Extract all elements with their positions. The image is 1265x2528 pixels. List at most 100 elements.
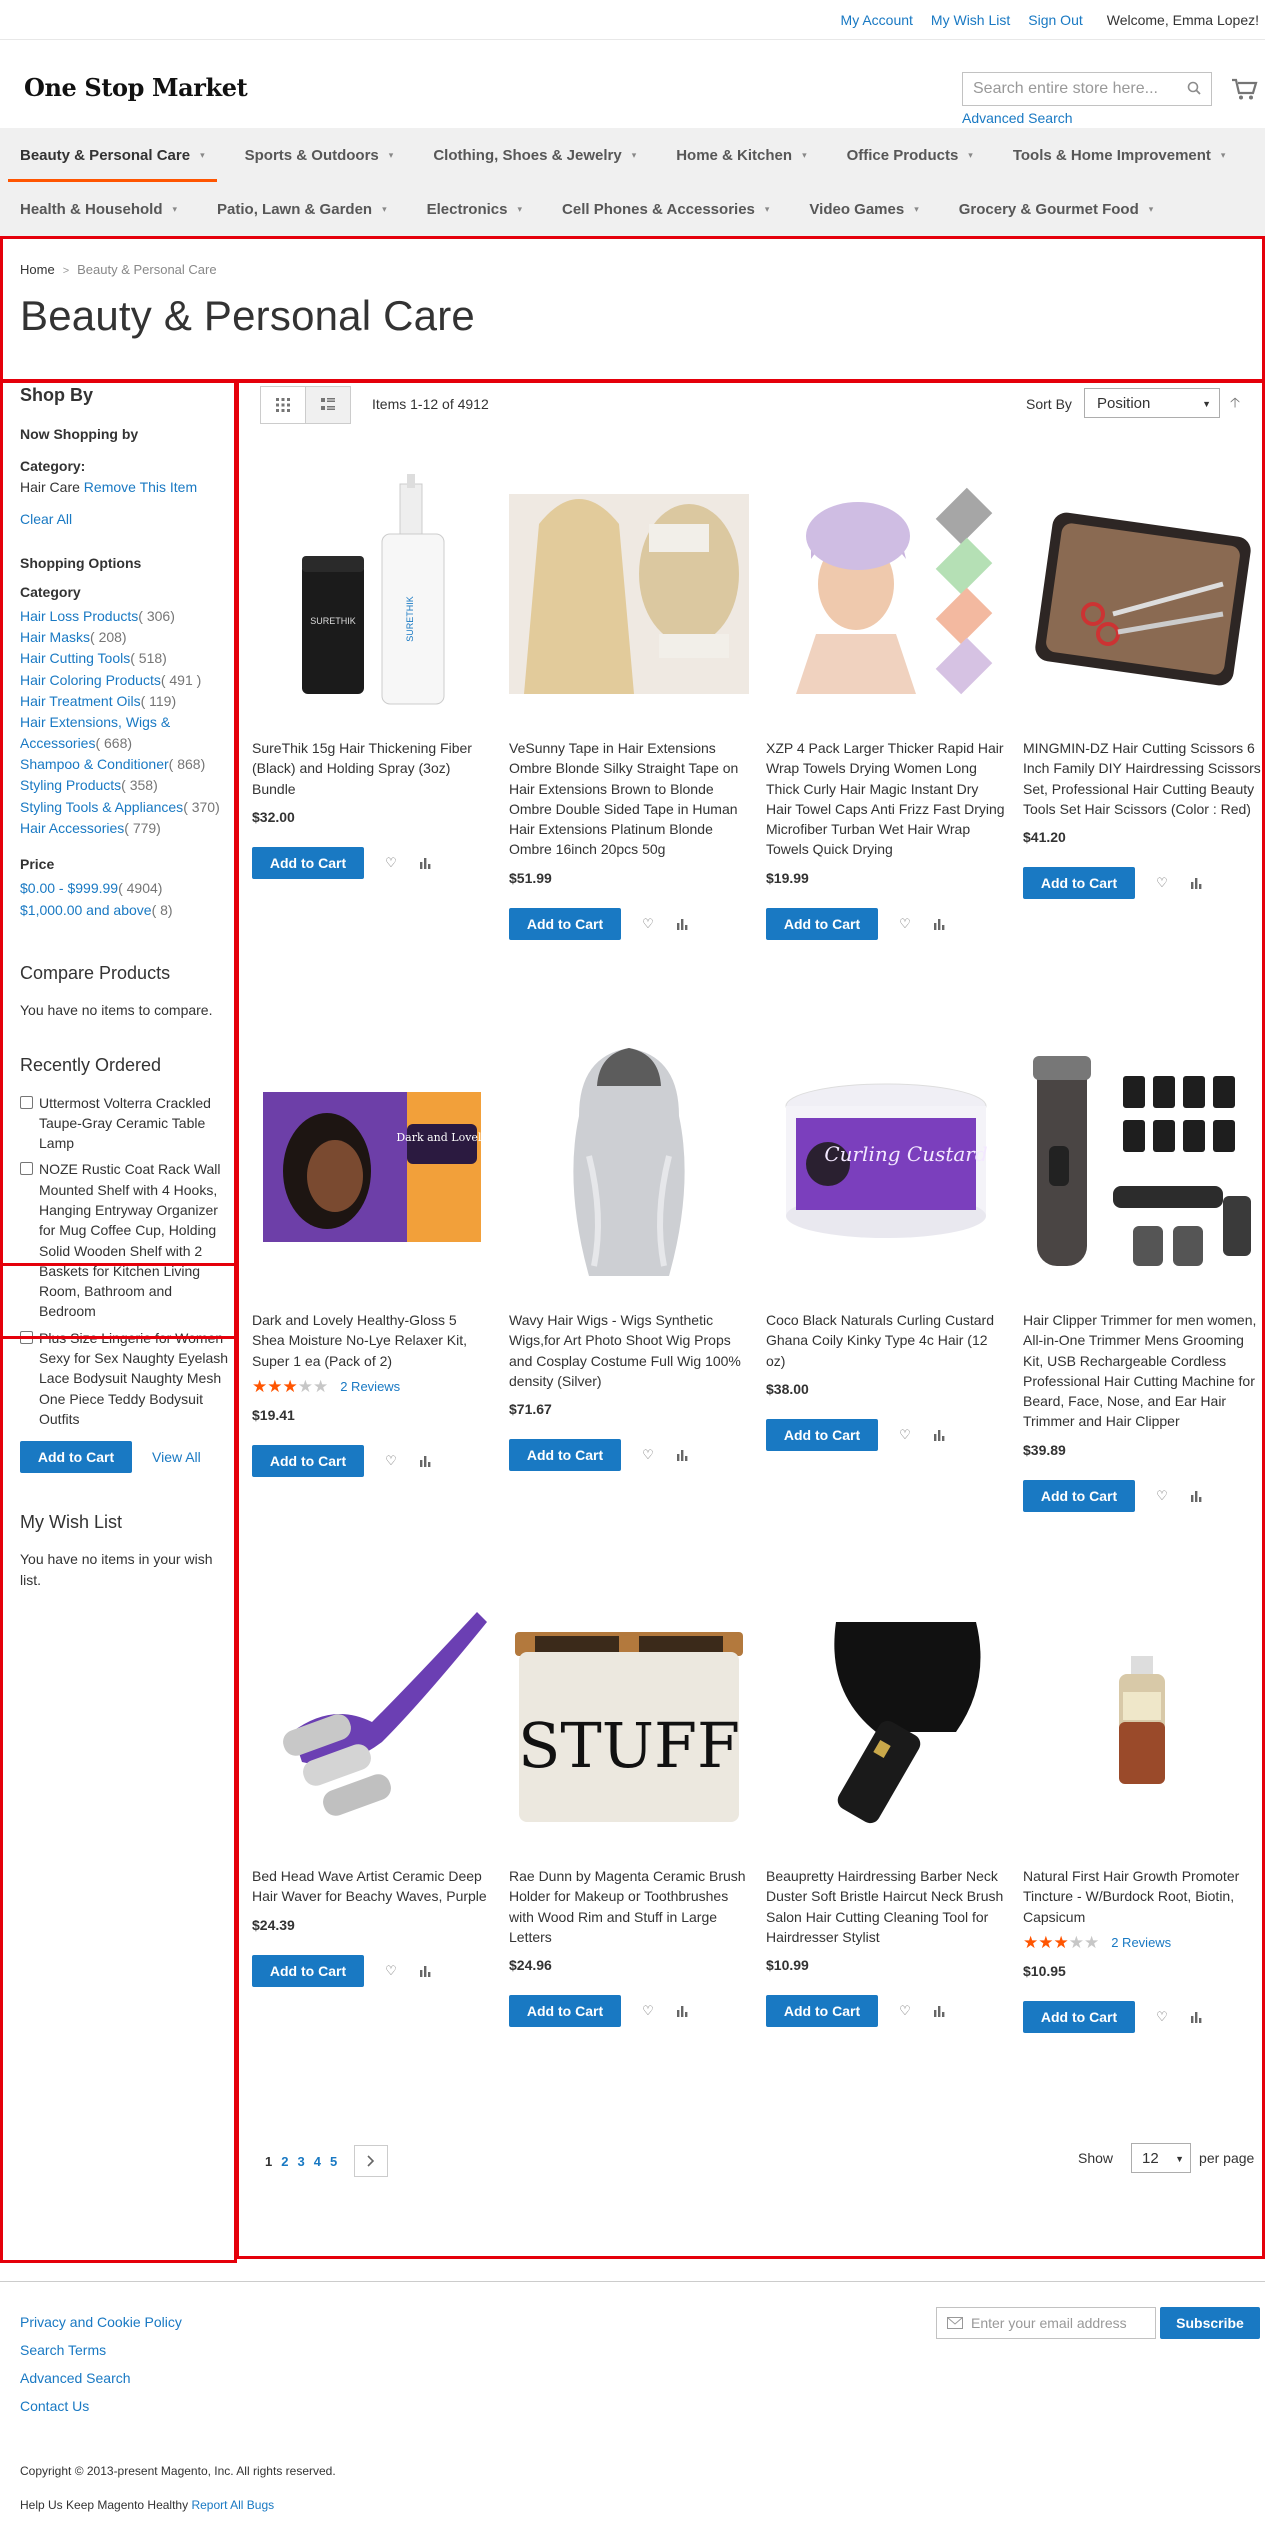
product-image[interactable] bbox=[509, 1036, 749, 1296]
add-to-cart-button[interactable]: Add to Cart bbox=[509, 907, 621, 940]
compare-icon[interactable] bbox=[932, 1428, 946, 1442]
my-account-link[interactable]: My Account bbox=[841, 12, 913, 28]
nav-grocery-gourmet[interactable]: Grocery & Gourmet Food ▾ bbox=[939, 182, 1174, 236]
recent-add-to-cart-button[interactable]: Add to Cart bbox=[20, 1441, 132, 1474]
add-to-cart-button[interactable]: Add to Cart bbox=[252, 1954, 364, 1987]
product-name[interactable]: VeSunny Tape in Hair Extensions Ombre Bl… bbox=[509, 738, 749, 860]
wishlist-heart-icon[interactable]: ♡ bbox=[384, 1453, 398, 1468]
product-name[interactable]: Wavy Hair Wigs - Wigs Synthetic Wigs,for… bbox=[509, 1310, 749, 1391]
wishlist-heart-icon[interactable]: ♡ bbox=[641, 1447, 655, 1462]
report-bugs-link[interactable]: Report All Bugs bbox=[191, 2498, 274, 2512]
my-wishlist-link[interactable]: My Wish List bbox=[931, 12, 1010, 28]
product-image[interactable] bbox=[766, 464, 1006, 724]
add-to-cart-button[interactable]: Add to Cart bbox=[1023, 867, 1135, 900]
recent-item-checkbox[interactable] bbox=[20, 1162, 33, 1176]
category-option[interactable]: Hair Accessories( 779) bbox=[20, 818, 230, 838]
breadcrumb-home[interactable]: Home bbox=[20, 262, 55, 277]
category-option[interactable]: Hair Coloring Products( 491 ) bbox=[20, 670, 230, 690]
product-image[interactable] bbox=[1023, 1592, 1263, 1852]
sort-direction-arrow-icon[interactable]: 🡡 bbox=[1230, 392, 1240, 416]
compare-icon[interactable] bbox=[1189, 876, 1203, 890]
view-all-link[interactable]: View All bbox=[152, 1447, 201, 1467]
add-to-cart-button[interactable]: Add to Cart bbox=[252, 846, 364, 879]
wishlist-heart-icon[interactable]: ♡ bbox=[1155, 1488, 1169, 1503]
add-to-cart-button[interactable]: Add to Cart bbox=[252, 1444, 364, 1477]
compare-icon[interactable] bbox=[1189, 1489, 1203, 1503]
add-to-cart-button[interactable]: Add to Cart bbox=[1023, 1479, 1135, 1512]
logo[interactable]: One Stop Market bbox=[24, 73, 248, 102]
category-option[interactable]: Hair Masks( 208) bbox=[20, 627, 230, 647]
sign-out-link[interactable]: Sign Out bbox=[1028, 12, 1082, 28]
category-option[interactable]: Hair Loss Products( 306) bbox=[20, 606, 230, 626]
add-to-cart-button[interactable]: Add to Cart bbox=[509, 1439, 621, 1472]
sort-by-select[interactable]: Position ▼ bbox=[1084, 388, 1220, 418]
wishlist-heart-icon[interactable]: ♡ bbox=[898, 2003, 912, 2018]
footer-link-contact[interactable]: Contact Us bbox=[20, 2398, 89, 2414]
category-option[interactable]: Styling Products( 358) bbox=[20, 775, 230, 795]
add-to-cart-button[interactable]: Add to Cart bbox=[1023, 2000, 1135, 2033]
compare-icon[interactable] bbox=[418, 1964, 432, 1978]
footer-link-search-terms[interactable]: Search Terms bbox=[20, 2342, 106, 2358]
product-image[interactable]: STUFF bbox=[509, 1592, 749, 1852]
footer-link-privacy[interactable]: Privacy and Cookie Policy bbox=[20, 2314, 182, 2330]
grid-view-button[interactable] bbox=[260, 386, 306, 424]
compare-icon[interactable] bbox=[1189, 2010, 1203, 2024]
nav-tools-home-improvement[interactable]: Tools & Home Improvement ▾ bbox=[993, 128, 1246, 182]
recent-item-checkbox[interactable] bbox=[20, 1330, 33, 1344]
product-image[interactable]: SURETHIK SURETHIK bbox=[252, 464, 492, 724]
product-name[interactable]: Bed Head Wave Artist Ceramic Deep Hair W… bbox=[252, 1866, 492, 1907]
wishlist-heart-icon[interactable]: ♡ bbox=[898, 916, 912, 931]
nav-patio-lawn-garden[interactable]: Patio, Lawn & Garden ▾ bbox=[197, 182, 407, 236]
subscribe-button[interactable]: Subscribe bbox=[1160, 2307, 1260, 2339]
product-name[interactable]: Dark and Lovely Healthy-Gloss 5 Shea Moi… bbox=[252, 1310, 492, 1371]
footer-link-advanced-search[interactable]: Advanced Search bbox=[20, 2370, 131, 2386]
category-option[interactable]: Hair Extensions, Wigs & Accessories( 668… bbox=[20, 712, 230, 753]
product-name[interactable]: Natural First Hair Growth Promoter Tinct… bbox=[1023, 1866, 1263, 1927]
compare-icon[interactable] bbox=[418, 1454, 432, 1468]
compare-icon[interactable] bbox=[675, 2004, 689, 2018]
cart-icon[interactable] bbox=[1230, 76, 1258, 102]
wishlist-heart-icon[interactable]: ♡ bbox=[641, 2003, 655, 2018]
price-option[interactable]: $0.00 - $999.99( 4904) bbox=[20, 878, 230, 898]
nav-video-games[interactable]: Video Games ▾ bbox=[789, 182, 938, 236]
search-input[interactable]: Search entire store here... bbox=[962, 72, 1212, 106]
category-option[interactable]: Hair Cutting Tools( 518) bbox=[20, 648, 230, 668]
compare-icon[interactable] bbox=[932, 917, 946, 931]
category-option[interactable]: Shampoo & Conditioner( 868) bbox=[20, 754, 230, 774]
reviews-link[interactable]: 2 Reviews bbox=[340, 1379, 400, 1394]
limiter-select[interactable]: 12 ▼ bbox=[1131, 2143, 1192, 2173]
clear-all-link[interactable]: Clear All bbox=[20, 511, 72, 527]
product-image[interactable] bbox=[252, 1592, 492, 1852]
product-name[interactable]: Rae Dunn by Magenta Ceramic Brush Holder… bbox=[509, 1866, 749, 1947]
wishlist-heart-icon[interactable]: ♡ bbox=[898, 1427, 912, 1442]
compare-icon[interactable] bbox=[932, 2004, 946, 2018]
recent-item-checkbox[interactable] bbox=[20, 1095, 33, 1109]
add-to-cart-button[interactable]: Add to Cart bbox=[509, 1995, 621, 2028]
product-image[interactable] bbox=[1023, 464, 1263, 724]
wishlist-heart-icon[interactable]: ♡ bbox=[641, 916, 655, 931]
nav-home-kitchen[interactable]: Home & Kitchen ▾ bbox=[656, 128, 826, 182]
wishlist-heart-icon[interactable]: ♡ bbox=[384, 855, 398, 870]
product-image[interactable] bbox=[509, 464, 749, 724]
price-option[interactable]: $1,000.00 and above( 8) bbox=[20, 900, 230, 920]
remove-filter-link[interactable]: Remove This Item bbox=[84, 479, 197, 495]
list-view-button[interactable] bbox=[305, 386, 351, 424]
wishlist-heart-icon[interactable]: ♡ bbox=[1155, 2009, 1169, 2024]
compare-icon[interactable] bbox=[675, 1448, 689, 1462]
nav-cell-phones[interactable]: Cell Phones & Accessories ▾ bbox=[542, 182, 789, 236]
reviews-link[interactable]: 2 Reviews bbox=[1111, 1935, 1171, 1950]
product-name[interactable]: SureThik 15g Hair Thickening Fiber (Blac… bbox=[252, 738, 492, 799]
advanced-search-link[interactable]: Advanced Search bbox=[962, 110, 1073, 126]
product-image[interactable] bbox=[1023, 1036, 1263, 1296]
product-name[interactable]: MINGMIN-DZ Hair Cutting Scissors 6 Inch … bbox=[1023, 738, 1263, 819]
product-image[interactable]: Curling Custard bbox=[766, 1036, 1006, 1296]
page-link[interactable]: 4 bbox=[314, 2154, 321, 2169]
product-name[interactable]: XZP 4 Pack Larger Thicker Rapid Hair Wra… bbox=[766, 738, 1006, 860]
compare-icon[interactable] bbox=[675, 917, 689, 931]
nav-health-household[interactable]: Health & Household ▾ bbox=[0, 182, 197, 236]
nav-office-products[interactable]: Office Products ▾ bbox=[827, 128, 993, 182]
nav-beauty-personal-care[interactable]: Beauty & Personal Care ▾ bbox=[0, 128, 225, 182]
newsletter-email-input[interactable]: Enter your email address bbox=[936, 2307, 1156, 2339]
category-option[interactable]: Hair Treatment Oils( 119) bbox=[20, 691, 230, 711]
page-link[interactable]: 3 bbox=[297, 2154, 304, 2169]
